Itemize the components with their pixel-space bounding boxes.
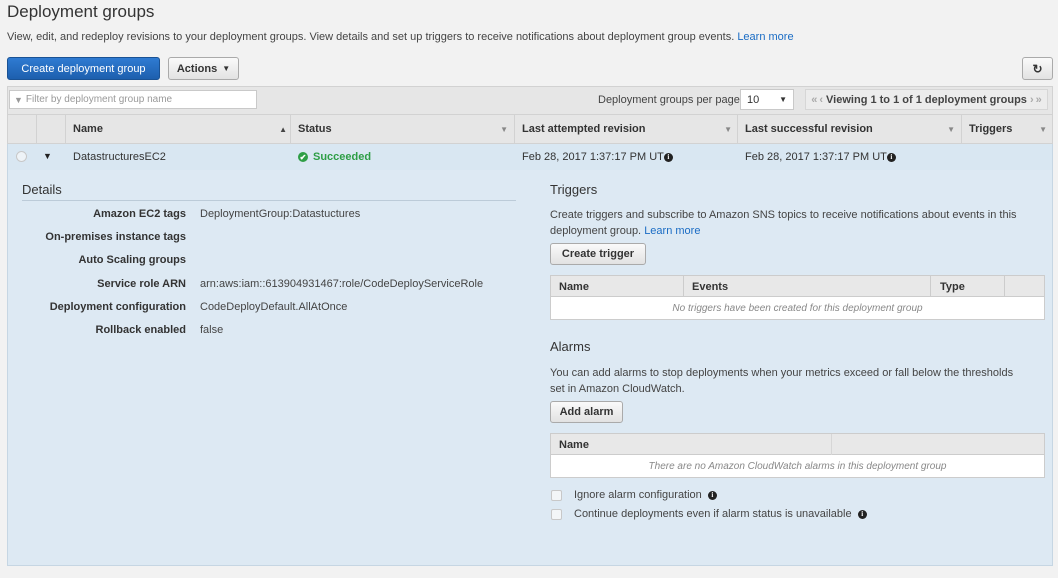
column-header-name[interactable]: Name ▲ [73, 114, 287, 144]
sort-icon: ▼ [500, 124, 508, 134]
row-radio[interactable] [16, 151, 27, 162]
per-page-select[interactable]: 10 ▼ [740, 89, 794, 110]
column-header-last-attempted[interactable]: Last attempted revision ▼ [522, 114, 732, 144]
detail-label-deploy-config: Deployment configuration [49, 301, 186, 313]
create-deployment-group-button[interactable]: Create deployment group [7, 57, 160, 80]
col-separator [290, 114, 291, 144]
triggers-description-text: Create triggers and subscribe to Amazon … [550, 209, 1017, 237]
col-separator [36, 114, 37, 144]
triggers-learn-more-link[interactable]: Learn more [644, 225, 700, 237]
next-page-icon[interactable]: › [1030, 94, 1034, 106]
page-subtitle: View, edit, and redeploy revisions to yo… [7, 31, 794, 43]
triggers-col-type: Type [940, 280, 965, 293]
alarms-description: You can add alarms to stop deployments w… [550, 367, 1014, 395]
continue-deployments-label: Continue deployments even if alarm statu… [574, 508, 867, 520]
col-separator [930, 276, 931, 297]
col-separator [514, 114, 515, 144]
column-triggers-label: Triggers [969, 123, 1013, 135]
row-status: ✔ Succeeded [298, 144, 371, 170]
refresh-button[interactable]: ↻ [1022, 57, 1053, 80]
create-trigger-button[interactable]: Create trigger [550, 243, 646, 265]
continue-deployments-checkbox[interactable] [551, 509, 562, 520]
filter-placeholder: Filter by deployment group name [25, 94, 173, 105]
info-icon[interactable]: i [857, 509, 867, 519]
column-last-successful-label: Last successful revision [745, 123, 873, 135]
last-page-icon[interactable]: » [1036, 94, 1042, 106]
alarms-title: Alarms [550, 339, 591, 354]
detail-value-rollback: false [200, 324, 224, 336]
page-title: Deployment groups [7, 2, 155, 21]
add-alarm-button[interactable]: Add alarm [550, 401, 623, 423]
subtitle-text: View, edit, and redeploy revisions to yo… [7, 31, 735, 43]
per-page-label: Deployment groups per page [598, 94, 740, 106]
ignore-alarm-text: Ignore alarm configuration [574, 489, 702, 501]
column-header-triggers[interactable]: Triggers ▼ [969, 114, 1047, 144]
detail-label-onprem-tags: On-premises instance tags [45, 231, 186, 243]
caret-down-icon: ▼ [779, 95, 787, 104]
actions-button[interactable]: Actions ▼ [168, 57, 239, 80]
actions-label: Actions [176, 62, 218, 75]
col-separator [961, 114, 962, 144]
sort-icon: ▼ [1039, 124, 1047, 134]
expand-caret-icon[interactable]: ▼ [43, 151, 52, 161]
details-title: Details [22, 182, 62, 197]
pagination-text: Viewing 1 to 1 of 1 deployment groups [826, 93, 1027, 106]
detail-value-service-role: arn:aws:iam::613904931467:role/CodeDeplo… [200, 278, 484, 290]
row-last-attempted: Feb 28, 2017 1:37:17 PM UT i [522, 144, 673, 170]
row-last-successful-text: Feb 28, 2017 1:37:17 PM UT [745, 151, 887, 163]
alarms-empty-message: There are no Amazon CloudWatch alarms in… [648, 461, 947, 472]
alarms-col-name: Name [559, 438, 589, 451]
detail-label-ec2-tags: Amazon EC2 tags [93, 208, 186, 220]
detail-label-service-role: Service role ARN [97, 278, 186, 290]
column-header-status[interactable]: Status ▼ [298, 114, 508, 144]
filter-icon: ▼ [14, 94, 23, 105]
caret-down-icon: ▼ [222, 64, 231, 73]
detail-value-ec2-tags: DeploymentGroup:Datastuctures [200, 208, 361, 220]
triggers-title: Triggers [550, 182, 598, 197]
check-circle-icon: ✔ [298, 152, 308, 162]
refresh-icon: ↻ [1032, 61, 1043, 76]
sort-icon: ▼ [724, 124, 732, 134]
alarms-table-header [551, 434, 1044, 455]
detail-value-deploy-config: CodeDeployDefault.AllAtOnce [200, 301, 348, 313]
ignore-alarm-label: Ignore alarm configuration i [574, 489, 717, 501]
info-icon[interactable]: i [886, 152, 896, 162]
col-separator [683, 276, 684, 297]
info-icon[interactable]: i [707, 490, 717, 500]
detail-label-asg: Auto Scaling groups [78, 254, 186, 266]
ignore-alarm-checkbox[interactable] [551, 490, 562, 501]
row-status-text: Succeeded [313, 151, 372, 163]
column-status-label: Status [298, 123, 332, 135]
first-page-icon[interactable]: « [811, 94, 817, 106]
triggers-description: Create triggers and subscribe to Amazon … [550, 207, 1020, 239]
sort-icon: ▼ [947, 124, 955, 134]
per-page-value: 10 [747, 93, 760, 106]
details-divider [22, 200, 516, 201]
triggers-col-events: Events [692, 280, 729, 293]
col-separator [831, 434, 832, 455]
row-last-attempted-text: Feb 28, 2017 1:37:17 PM UT [522, 151, 664, 163]
filter-input[interactable]: ▼ Filter by deployment group name [9, 90, 257, 109]
col-separator [1004, 276, 1005, 297]
continue-deployments-text: Continue deployments even if alarm statu… [574, 508, 852, 520]
column-last-attempted-label: Last attempted revision [522, 123, 646, 135]
prev-page-icon[interactable]: ‹ [819, 94, 823, 106]
pagination: « ‹ Viewing 1 to 1 of 1 deployment group… [805, 89, 1048, 110]
col-separator [737, 114, 738, 144]
sort-asc-icon: ▲ [279, 124, 287, 134]
row-name[interactable]: DatastructuresEC2 [73, 144, 166, 170]
column-header-last-successful[interactable]: Last successful revision ▼ [745, 114, 955, 144]
learn-more-link[interactable]: Learn more [737, 31, 793, 43]
triggers-table-header [551, 276, 1044, 297]
col-separator [65, 114, 66, 144]
detail-label-rollback: Rollback enabled [95, 324, 186, 336]
row-last-successful: Feb 28, 2017 1:37:17 PM UT i [745, 144, 896, 170]
column-name-label: Name [73, 123, 103, 135]
triggers-col-name: Name [559, 280, 589, 293]
triggers-empty-message: No triggers have been created for this d… [672, 303, 923, 314]
info-icon[interactable]: i [663, 152, 673, 162]
